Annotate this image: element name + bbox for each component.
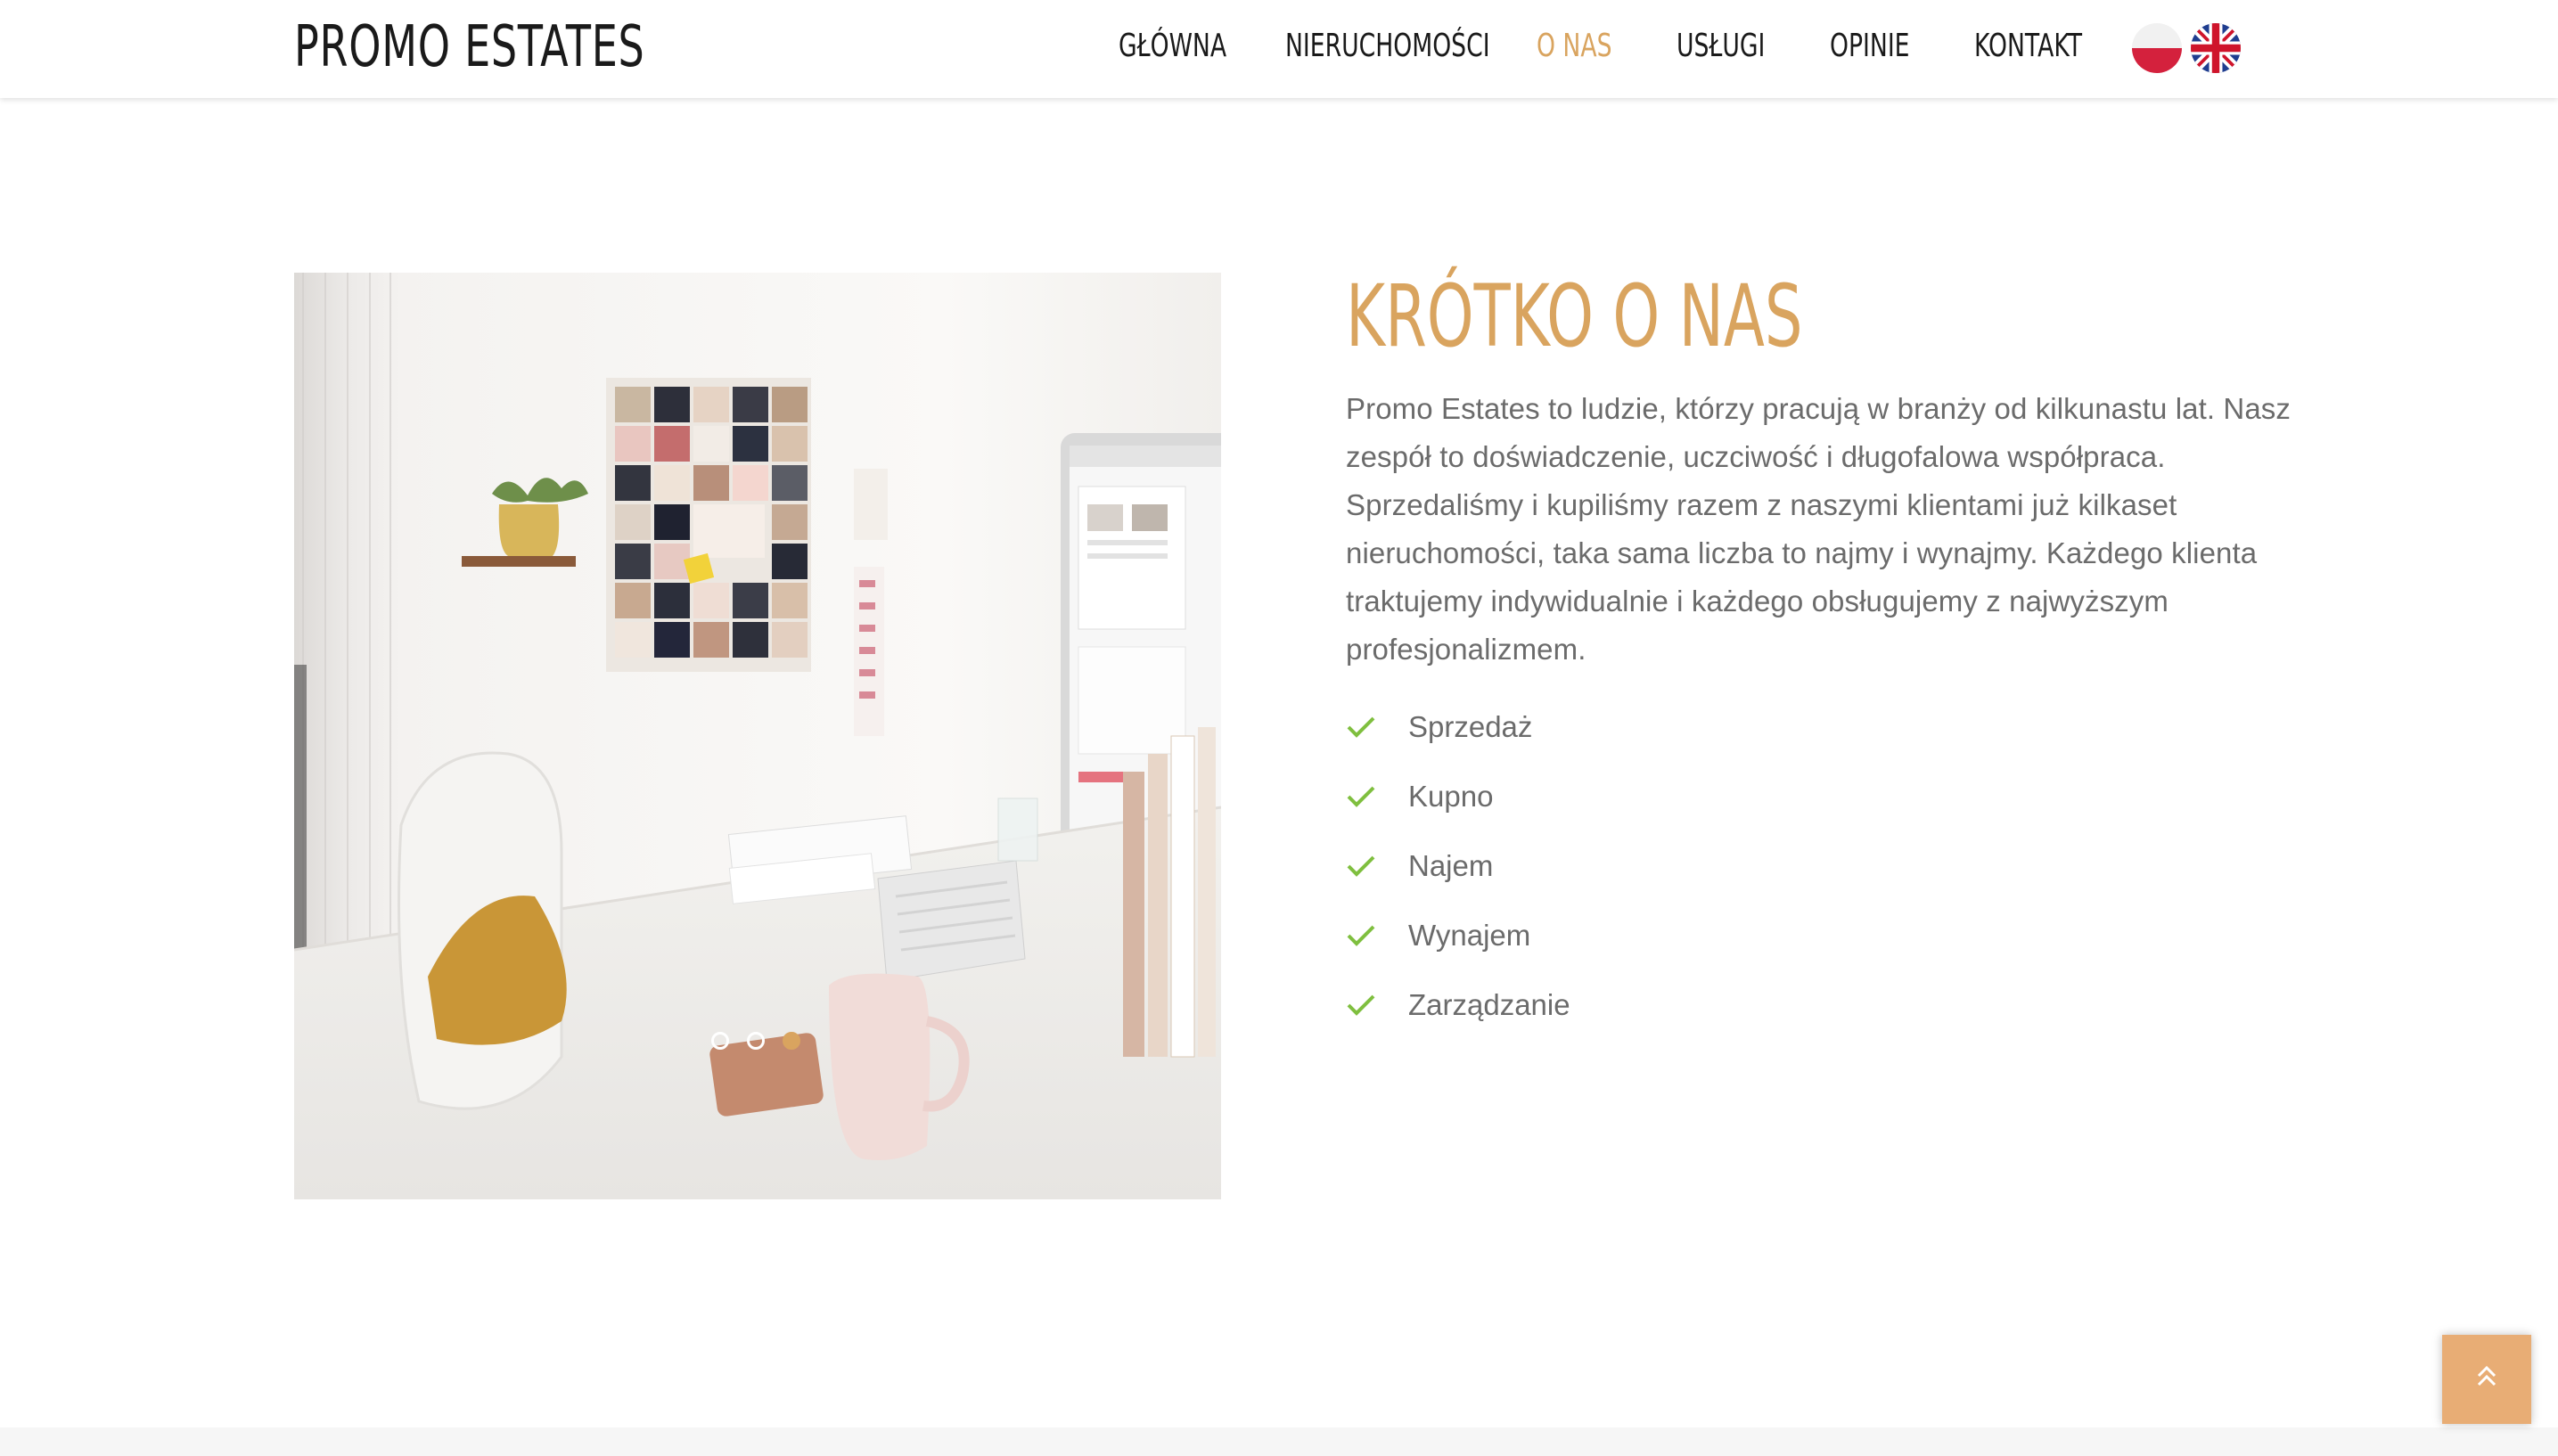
checkmark-icon — [1347, 925, 1375, 946]
nav-item-nieruchomosci[interactable]: NIERUCHOMOŚCI — [1285, 27, 1490, 66]
about-paragraph: Promo Estates to ludzie, którzy pracują … — [1346, 385, 2291, 674]
paragraph-line: nieruchomości, taka sama liczba to najmy… — [1346, 536, 2258, 569]
brand-logo[interactable]: PROMO ESTATES — [294, 16, 645, 78]
flag-poland-icon[interactable] — [2132, 23, 2182, 73]
office-photo-slide — [294, 273, 1221, 1199]
site-header: PROMO ESTATES GŁÓWNA NIERUCHOMOŚCI O NAS… — [0, 0, 2558, 98]
checkmark-icon — [1347, 994, 1375, 1016]
nav-item-o-nas[interactable]: O NAS — [1537, 27, 1611, 66]
scroll-to-top-button[interactable] — [2442, 1335, 2531, 1424]
flag-uk-icon[interactable] — [2191, 23, 2241, 73]
footer-edge — [0, 1427, 2558, 1456]
service-label: Zarządzanie — [1408, 988, 1570, 1021]
paragraph-line: Promo Estates to ludzie, którzy pracują … — [1346, 392, 2291, 425]
section-title: KRÓTKO O NAS — [1346, 266, 1803, 366]
checkmark-icon — [1347, 786, 1375, 807]
paragraph-line: traktujemy indywidualnie i każdego obsłu… — [1346, 585, 2169, 618]
service-label: Kupno — [1408, 780, 1494, 813]
paragraph-line: Sprzedaliśmy i kupiliśmy razem z naszymi… — [1346, 488, 2177, 521]
service-label: Wynajem — [1408, 919, 1531, 952]
slider-dot-1[interactable] — [711, 1032, 729, 1050]
paragraph-line: profesjonalizmem. — [1346, 633, 1586, 666]
checkmark-icon — [1347, 855, 1375, 877]
nav-item-kontakt[interactable]: KONTAKT — [1974, 27, 2082, 66]
slider-dot-3-active[interactable] — [783, 1032, 800, 1050]
nav-item-glowna[interactable]: GŁÓWNA — [1119, 27, 1226, 66]
checkmark-icon — [1347, 716, 1375, 738]
paragraph-line: zespół to doświadczenie, uczciwość i dłu… — [1346, 440, 2166, 473]
slider-dot-2[interactable] — [747, 1032, 765, 1050]
nav-item-uslugi[interactable]: USŁUGI — [1677, 27, 1765, 66]
nav-item-opinie[interactable]: OPINIE — [1830, 27, 1910, 66]
service-label: Sprzedaż — [1408, 710, 1533, 743]
double-chevron-up-icon — [2477, 1365, 2497, 1386]
service-label: Najem — [1408, 849, 1494, 882]
